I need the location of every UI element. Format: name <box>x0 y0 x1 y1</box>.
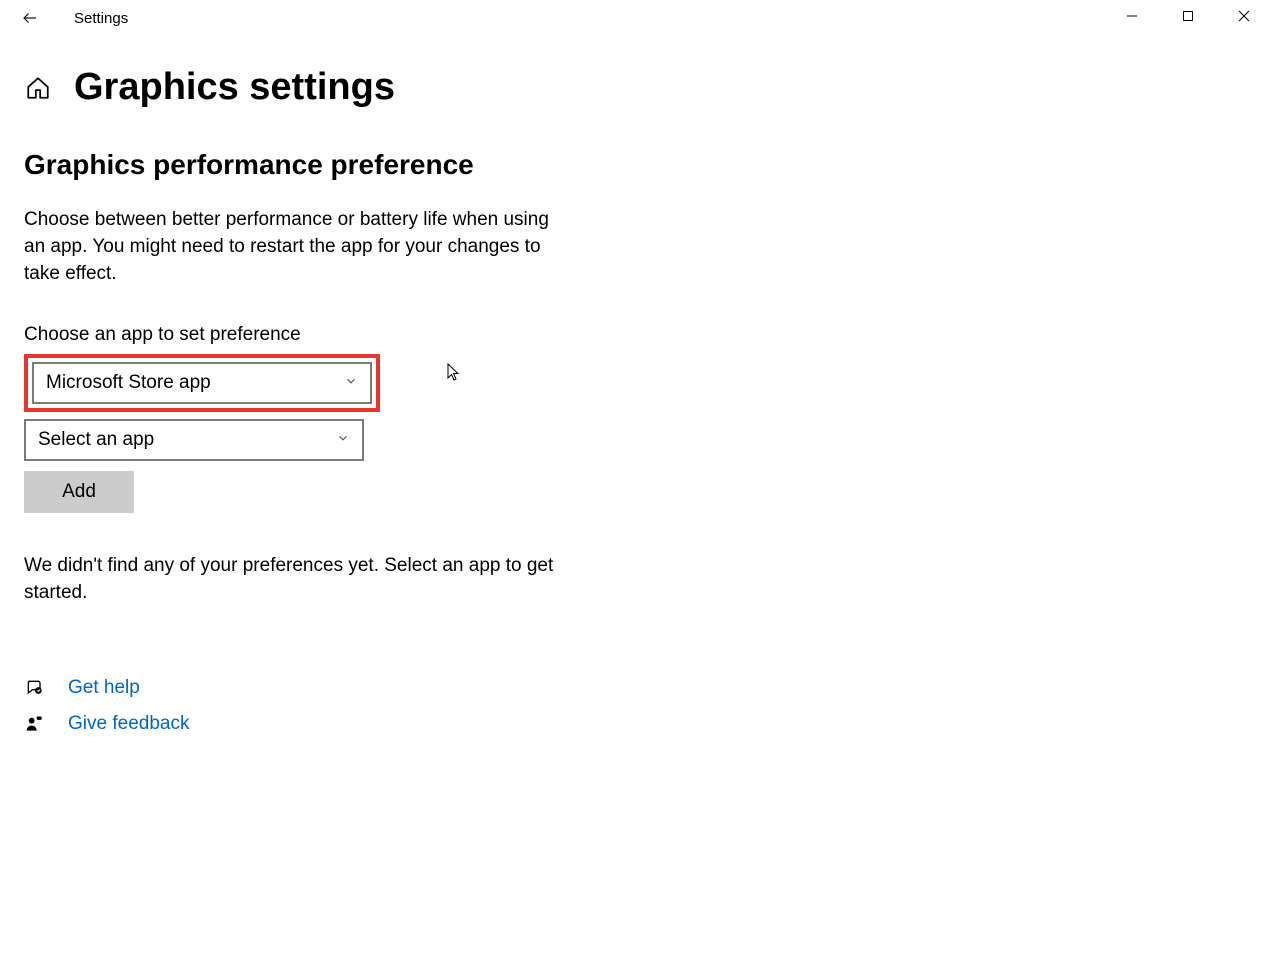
section-heading: Graphics performance preference <box>24 149 1272 181</box>
section-description: Choose between better performance or bat… <box>24 207 564 288</box>
content-area: Graphics settings Graphics performance p… <box>0 36 1272 735</box>
close-icon <box>1238 10 1250 22</box>
maximize-button[interactable] <box>1160 0 1216 32</box>
give-feedback-row[interactable]: Give feedback <box>24 713 1272 735</box>
back-arrow-icon <box>21 9 39 27</box>
close-button[interactable] <box>1216 0 1272 32</box>
chat-bubble-icon <box>24 677 46 699</box>
home-icon[interactable] <box>24 74 52 102</box>
highlight-annotation: Microsoft Store app <box>24 354 380 412</box>
select-app-dropdown[interactable]: Select an app <box>24 419 364 461</box>
back-button[interactable] <box>14 2 46 34</box>
app-type-dropdown[interactable]: Microsoft Store app <box>32 362 372 404</box>
get-help-row[interactable]: Get help <box>24 677 1272 699</box>
titlebar: Settings <box>0 0 1272 36</box>
maximize-icon <box>1182 10 1194 22</box>
minimize-button[interactable] <box>1104 0 1160 32</box>
window-controls <box>1104 0 1272 32</box>
add-button[interactable]: Add <box>24 471 134 513</box>
window-title: Settings <box>74 10 128 27</box>
minimize-icon <box>1126 10 1138 22</box>
feedback-person-icon <box>24 713 46 735</box>
page-heading-row: Graphics settings <box>24 66 1272 109</box>
chevron-down-icon <box>336 429 350 451</box>
get-help-link[interactable]: Get help <box>68 677 140 699</box>
page-title: Graphics settings <box>74 66 395 109</box>
app-type-dropdown-value: Microsoft Store app <box>46 372 211 394</box>
empty-preferences-message: We didn't find any of your preferences y… <box>24 553 574 607</box>
chevron-down-icon <box>344 372 358 394</box>
select-app-dropdown-value: Select an app <box>38 429 154 451</box>
app-type-label: Choose an app to set preference <box>24 324 1272 346</box>
give-feedback-link[interactable]: Give feedback <box>68 713 189 735</box>
